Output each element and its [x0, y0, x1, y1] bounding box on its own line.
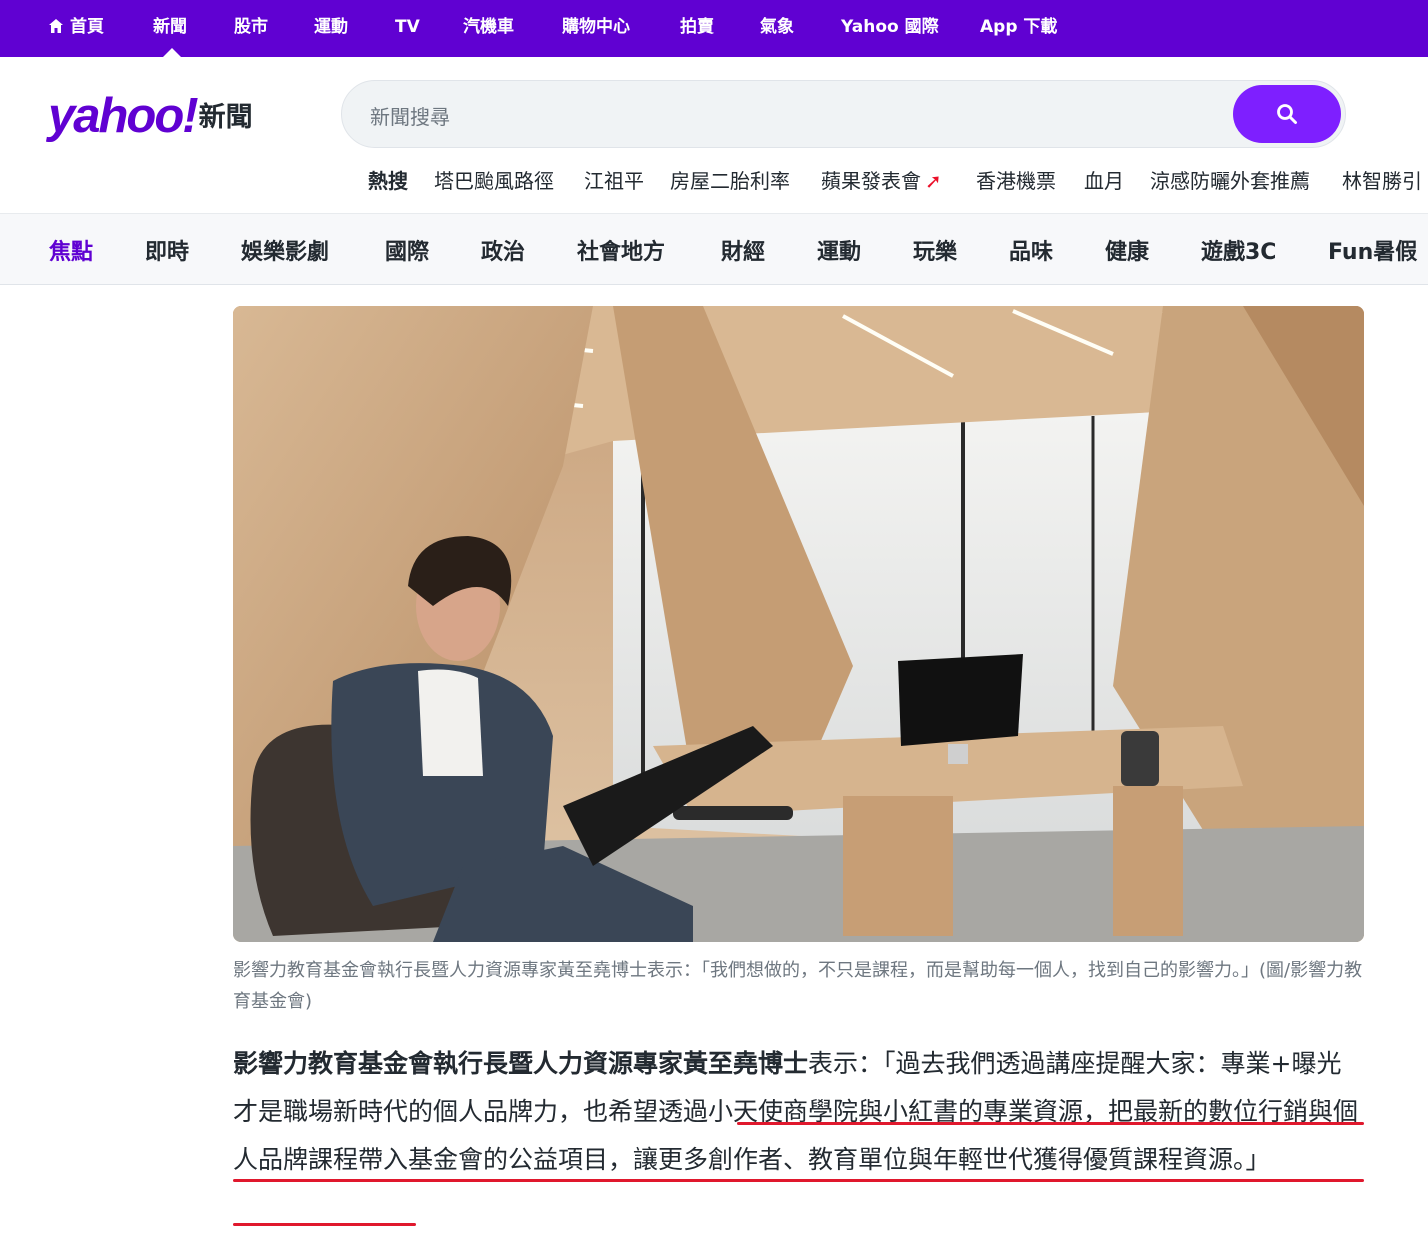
topnav-item-autos[interactable]: 汽機車: [463, 0, 514, 57]
category-tab-health[interactable]: 健康: [1105, 234, 1149, 266]
house-icon: [49, 19, 63, 33]
article-photo: [233, 306, 1364, 942]
trending-item[interactable]: 涼感防曬外套推薦: [1150, 165, 1310, 194]
trending-item[interactable]: 房屋二胎利率: [670, 165, 790, 194]
category-navigation: 焦點 即時 娛樂影劇 國際 政治 社會地方 財經 運動 玩樂 品味 健康 遊戲3…: [0, 213, 1428, 285]
topnav-item-sports[interactable]: 運動: [314, 0, 348, 57]
category-tab-latest[interactable]: 即時: [145, 234, 189, 266]
photo-caption: 影響力教育基金會執行長暨人力資源專家黃至堯博士表示：「我們想做的，不只是課程，而…: [233, 960, 1363, 1012]
topnav-item-auction[interactable]: 拍賣: [680, 0, 714, 57]
speaker-name: 影響力教育基金會執行長暨人力資源專家黃至堯博士: [233, 1049, 809, 1078]
category-tab-politics[interactable]: 政治: [481, 234, 525, 266]
logo-section: 新聞: [198, 102, 253, 133]
trending-item[interactable]: 塔巴颱風路徑: [434, 165, 554, 194]
category-tab-society[interactable]: 社會地方: [577, 234, 665, 266]
search-icon: [1277, 104, 1297, 124]
arrow-up-icon: ➚: [925, 169, 942, 193]
highlight-underline: [233, 1179, 1364, 1182]
topnav-label: 購物中心: [562, 17, 630, 37]
search-button[interactable]: [1233, 85, 1341, 143]
category-tab-lifestyle[interactable]: 品味: [1009, 234, 1053, 266]
site-header: yahoo!新聞 新聞搜尋 熱搜 塔巴颱風路徑 江祖平 房屋二胎利率 蘋果發表會…: [0, 57, 1428, 213]
active-tab-caret: [163, 48, 181, 57]
topnav-label: Yahoo 國際: [841, 17, 939, 37]
category-tab-finance[interactable]: 財經: [721, 234, 765, 266]
search-bar: 新聞搜尋: [341, 80, 1346, 148]
category-tab-sports[interactable]: 運動: [817, 234, 861, 266]
topnav-label: 拍賣: [680, 17, 714, 37]
search-input[interactable]: 新聞搜尋: [370, 101, 450, 130]
category-tab-entertainment[interactable]: 娛樂影劇: [241, 234, 329, 266]
yahoo-news-logo[interactable]: yahoo!新聞: [48, 88, 253, 144]
category-tab-focus[interactable]: 焦點: [49, 234, 93, 266]
quote-close: 」: [1245, 1145, 1271, 1174]
office-photo-illustration: [233, 306, 1364, 942]
trending-item-label: 蘋果發表會: [821, 169, 921, 193]
category-tab-games-3c[interactable]: 遊戲3C: [1201, 234, 1276, 266]
topnav-label: TV: [395, 17, 420, 37]
topnav-label: 汽機車: [463, 17, 514, 37]
highlight-underline: [233, 1223, 416, 1226]
category-tab-leisure[interactable]: 玩樂: [913, 234, 957, 266]
trending-item[interactable]: 血月: [1084, 165, 1124, 194]
trending-label: 熱搜: [368, 169, 408, 193]
topnav-label: 氣象: [760, 17, 794, 37]
topnav-label: 首頁: [70, 17, 104, 37]
topnav-item-home[interactable]: 首頁: [48, 0, 104, 57]
logo-brand: yahoo!: [48, 89, 199, 143]
topnav-item-tv[interactable]: TV: [395, 0, 420, 57]
topnav-label: App 下載: [980, 17, 1058, 37]
topnav-item-app-download[interactable]: App 下載: [980, 0, 1057, 57]
topnav-item-weather[interactable]: 氣象: [760, 0, 794, 57]
article-paragraph: 影響力教育基金會執行長暨人力資源專家黃至堯博士表示：「過去我們透過講座提醒大家：…: [233, 1040, 1364, 1184]
topnav-label: 股市: [234, 17, 268, 37]
trending-item[interactable]: 江祖平: [584, 165, 644, 194]
topnav-item-stocks[interactable]: 股市: [234, 0, 268, 57]
category-tab-international[interactable]: 國際: [385, 234, 429, 266]
category-tab-fun-summer[interactable]: Fun暑假: [1328, 234, 1417, 266]
topnav-item-yahoo-intl[interactable]: Yahoo 國際: [841, 0, 939, 57]
trending-item[interactable]: 蘋果發表會 ➚: [821, 165, 942, 194]
trending-item[interactable]: 香港機票: [976, 165, 1056, 194]
trending-item[interactable]: 林智勝引: [1342, 165, 1422, 194]
top-navigation-bar: 首頁 新聞 股市 運動 TV 汽機車 購物中心 拍賣 氣象 Yahoo 國際 A…: [0, 0, 1428, 57]
topnav-label: 運動: [314, 17, 348, 37]
topnav-item-shopping[interactable]: 購物中心: [562, 0, 630, 57]
topnav-label: 新聞: [153, 17, 187, 37]
highlight-underline: [737, 1122, 1364, 1125]
